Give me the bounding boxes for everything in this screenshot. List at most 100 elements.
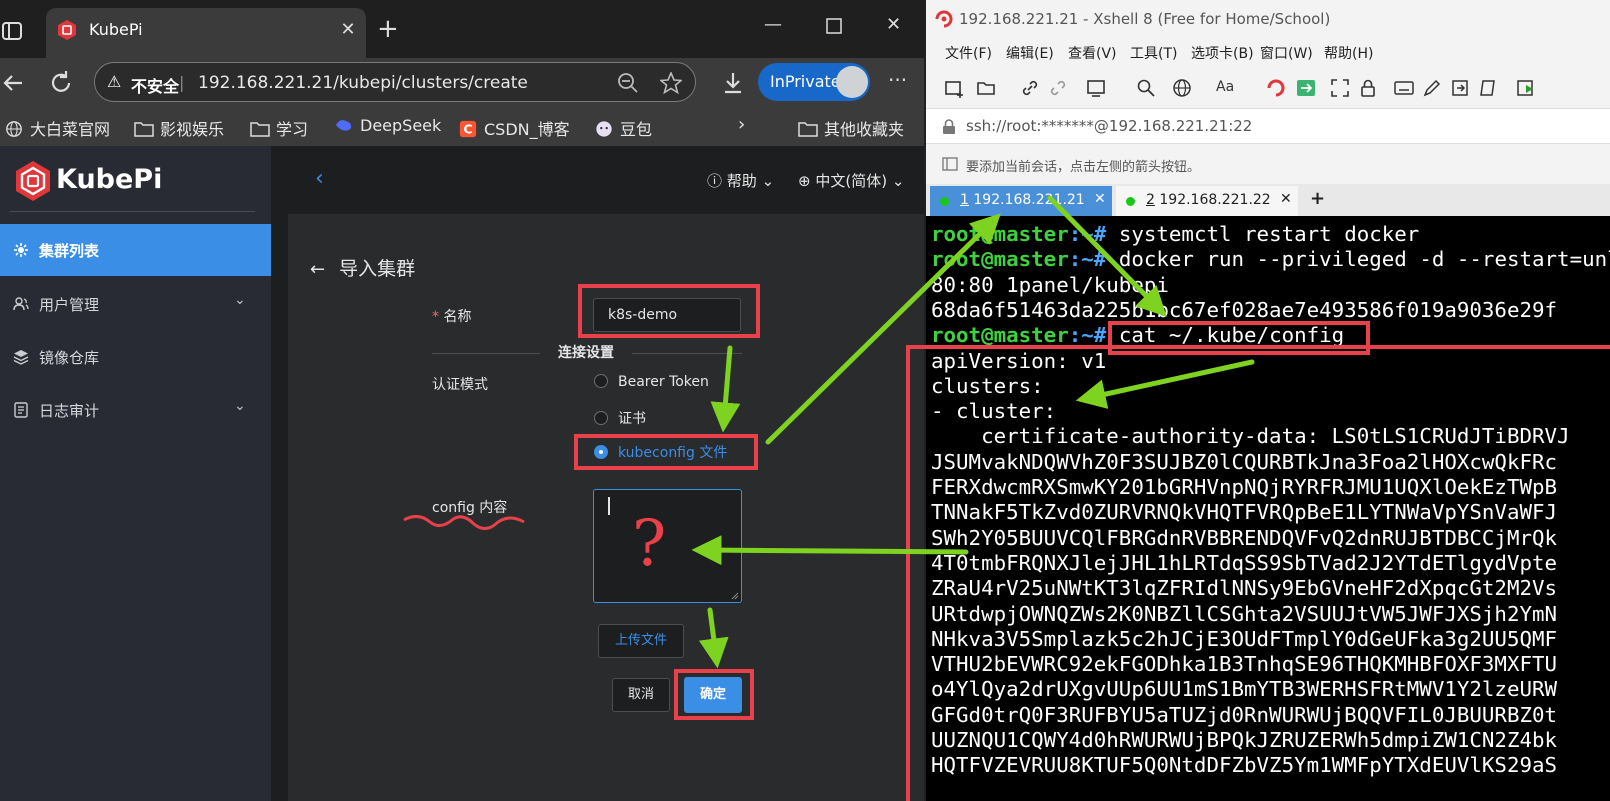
zoom-out-icon[interactable] (617, 72, 639, 94)
terminal-line: 68da6f51463da225b1bc67ef028ae7e493586f01… (931, 298, 1557, 323)
address-bar[interactable]: ⚠ 不安全 | 192.168.221.21/kubepi/clusters/c… (94, 62, 696, 102)
new-tab-icon[interactable]: + (1310, 188, 1325, 209)
tab-host: 192.168.221.22 (1159, 192, 1271, 208)
main-content: ‹ ⓘ 帮助 ⌄ ⊕ 中文(简体) ⌄ ← 导入集群 * 名称 连接设置 认证模式 (271, 146, 924, 801)
lock-icon[interactable] (1358, 78, 1378, 98)
favorite-star-icon[interactable] (660, 72, 682, 94)
bookmark-item[interactable]: 豆包 (594, 116, 652, 140)
sidebar-item-label: 用户管理 (39, 296, 100, 314)
globe-icon: ⊕ (798, 172, 811, 190)
folder-icon (250, 122, 270, 137)
help-menu[interactable]: ⓘ 帮助 ⌄ (707, 170, 774, 191)
sidebar-item-audit[interactable]: 日志审计 ⌄ (0, 384, 271, 436)
xshell-logo-icon (935, 10, 953, 28)
unlink-icon[interactable] (1048, 78, 1068, 98)
session-address: ssh://root:*******@192.168.221.21:22 (966, 117, 1253, 135)
menu-tools[interactable]: 工具(T) (1130, 43, 1177, 63)
close-tab-icon[interactable]: ✕ (1280, 191, 1292, 207)
more-menu-icon[interactable]: ··· (888, 68, 907, 92)
menu-file[interactable]: 文件(F) (945, 43, 992, 63)
fullscreen-icon[interactable] (1330, 78, 1350, 98)
window-close-icon[interactable]: ✕ (886, 14, 901, 35)
new-session-icon[interactable] (944, 78, 964, 98)
bookmark-label: 其他收藏夹 (824, 120, 905, 139)
prompt-user: root@master (931, 323, 1069, 348)
browser-window: KubePi ✕ + — ✕ ⚠ 不安全 | 192.168.221.21/ku… (0, 0, 924, 801)
radio-bearer-token[interactable]: Bearer Token (594, 374, 709, 394)
menu-tabs[interactable]: 选项卡(B) (1191, 43, 1254, 63)
cluster-icon (14, 243, 28, 257)
kubepi-logo-icon (16, 161, 50, 201)
radio-certificate[interactable]: 证书 (594, 408, 646, 428)
new-tab-icon[interactable]: + (377, 16, 399, 42)
minimize-icon[interactable]: — (764, 14, 782, 35)
cancel-button[interactable]: 取消 (612, 678, 670, 712)
globe-icon[interactable] (1172, 78, 1192, 98)
radio-circle (594, 411, 608, 425)
question-mark-annotation: ? (632, 507, 667, 581)
bookmark-label: 大白菜官网 (30, 120, 111, 139)
bookmark-item[interactable]: DeepSeek (334, 116, 441, 135)
back-icon[interactable] (0, 68, 30, 98)
layers-icon (13, 350, 29, 365)
font-icon[interactable]: Aa (1216, 79, 1234, 95)
language-menu[interactable]: ⊕ 中文(简体) ⌄ (798, 170, 904, 191)
config-content-label: config 内容 (432, 500, 508, 516)
session-list-icon[interactable] (942, 157, 958, 171)
deepseek-icon (336, 120, 352, 131)
tab-actions-icon[interactable] (0, 18, 26, 44)
bookmark-label: 影视娱乐 (160, 120, 225, 139)
session-tab-2[interactable]: 2 192.168.221.22 ✕ (1116, 186, 1298, 216)
logo-text: KubePi (56, 164, 163, 195)
config-content-textarea[interactable]: ? (593, 489, 742, 603)
collapse-sidebar-icon[interactable]: ‹ (315, 166, 324, 191)
session-tab-1[interactable]: 1 192.168.221.21 ✕ (930, 186, 1112, 216)
text-cursor (608, 497, 610, 515)
find-icon[interactable] (1136, 78, 1156, 98)
sidebar-item-registry[interactable]: 镜像仓库 (0, 331, 271, 383)
bookmark-folder[interactable]: 影视娱乐 (134, 116, 224, 140)
xshell-swirl-icon[interactable] (1266, 78, 1286, 98)
navigation-bar: ⚠ 不安全 | 192.168.221.21/kubepi/clusters/c… (0, 58, 924, 108)
xshell-hint-bar: 要添加当前会话，点击左侧的箭头按钮。 (926, 146, 1610, 182)
xshell-title: 192.168.221.21 - Xshell 8 (Free for Home… (959, 10, 1331, 28)
menu-help[interactable]: 帮助(H) (1324, 43, 1373, 63)
pen-icon[interactable] (1422, 78, 1442, 98)
bookmark-folder[interactable]: 学习 (250, 116, 308, 140)
download-icon[interactable] (718, 68, 748, 98)
xftp-icon[interactable] (1296, 78, 1316, 98)
link-icon[interactable] (1020, 78, 1040, 98)
run-icon[interactable] (1516, 78, 1536, 98)
inprivate-button[interactable]: InPrivate (758, 63, 870, 101)
back-arrow-icon[interactable]: ← (310, 259, 325, 280)
tab-close-icon[interactable]: ✕ (336, 18, 360, 42)
help-label: 帮助 (726, 172, 757, 190)
bookmarks-overflow-icon[interactable]: › (738, 114, 745, 135)
prompt-path: :~# (1068, 247, 1107, 272)
menu-view[interactable]: 查看(V) (1068, 43, 1117, 63)
upload-file-button[interactable]: 上传文件 (598, 624, 684, 658)
script-icon[interactable] (1478, 78, 1498, 98)
refresh-icon[interactable] (46, 68, 76, 98)
sidebar-item-clusters[interactable]: 集群列表 (0, 224, 271, 276)
bookmark-item[interactable]: 大白菜官网 (4, 116, 110, 140)
open-folder-icon[interactable] (976, 78, 996, 98)
bookmark-folder[interactable]: 其他收藏夹 (798, 116, 904, 140)
inprivate-label: InPrivate (770, 72, 841, 91)
users-icon (13, 297, 29, 311)
resize-handle-icon[interactable] (731, 592, 739, 600)
close-tab-icon[interactable]: ✕ (1094, 191, 1106, 207)
sidebar-item-users[interactable]: 用户管理 ⌄ (0, 278, 271, 330)
terminal-line: root@master:~# systemctl restart docker (931, 222, 1419, 247)
bookmark-item[interactable]: C CSDN_博客 (458, 116, 570, 140)
menu-window[interactable]: 窗口(W) (1260, 43, 1313, 63)
maximize-icon[interactable] (826, 18, 842, 34)
menu-edit[interactable]: 编辑(E) (1006, 43, 1054, 63)
keyboard-icon[interactable] (1394, 78, 1414, 98)
xshell-session-tabs: 1 192.168.221.21 ✕ 2 192.168.221.22 ✕ + (926, 184, 1610, 216)
properties-icon[interactable] (1086, 78, 1106, 98)
svg-text:C: C (463, 122, 472, 137)
browser-tab-kubepi[interactable]: KubePi ✕ (46, 8, 366, 58)
xshell-address-bar[interactable]: ssh://root:*******@192.168.221.21:22 (926, 108, 1610, 144)
transfer-icon[interactable] (1450, 78, 1470, 98)
